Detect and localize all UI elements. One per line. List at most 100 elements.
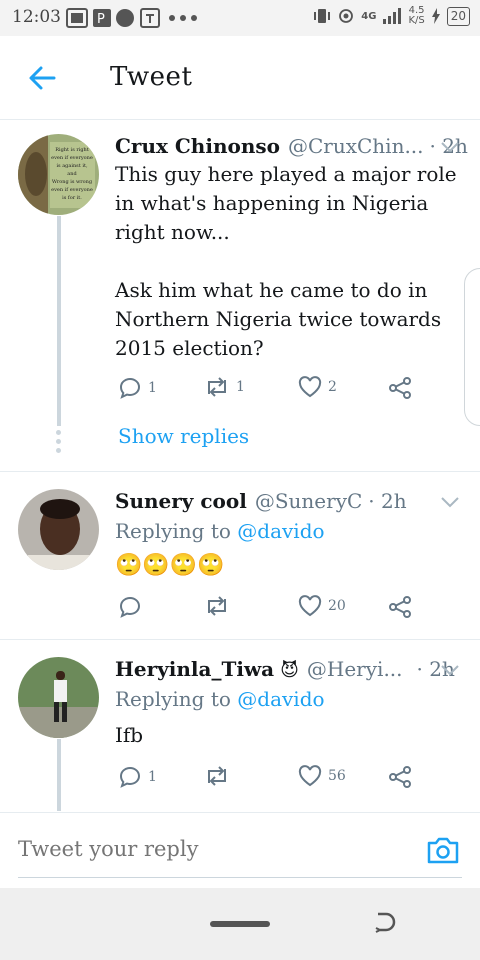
avatar-quote-line: even if everyone: [51, 187, 93, 193]
top-app-bar: Tweet: [0, 36, 480, 120]
composer-underline: [18, 876, 462, 878]
author-name[interactable]: Crux Chinonso: [115, 134, 280, 158]
heart-icon: [298, 765, 322, 787]
signal-icon: [383, 8, 402, 24]
back-gesture-icon[interactable]: [372, 910, 398, 936]
camera-icon[interactable]: [426, 835, 460, 865]
back-arrow-icon[interactable]: [26, 62, 58, 94]
tweet-actions: 20: [118, 595, 418, 625]
avatar-image: Right is right even if everyone is again…: [18, 134, 99, 215]
vibrate-icon: [314, 9, 331, 23]
svg-text:P: P: [97, 12, 105, 27]
reply-icon: [119, 766, 141, 788]
retweet-button[interactable]: 1: [204, 376, 245, 398]
replying-to: Replying to @davido: [115, 687, 325, 711]
tweet-header: Heryinla_Tiwa 😈 @Heryi... · 2h: [115, 657, 460, 681]
more-notifications-icon: [169, 15, 197, 21]
reply-input[interactable]: [18, 837, 418, 861]
like-button[interactable]: 20: [298, 595, 346, 617]
like-count: 2: [328, 379, 337, 395]
heart-icon: [298, 376, 322, 398]
avatar-image: [18, 489, 99, 570]
author-handle[interactable]: @Heryi...: [307, 657, 403, 681]
notification-box-icon: [140, 8, 160, 28]
avatar[interactable]: [18, 657, 99, 738]
avatar-quote-line: Right is right: [55, 147, 89, 153]
reply-button[interactable]: 1: [118, 765, 157, 789]
edge-panel-handle[interactable]: [464, 268, 480, 426]
retweet-button[interactable]: [204, 765, 236, 787]
tweet-item[interactable]: Heryinla_Tiwa 😈 @Heryi... · 2h Replying …: [0, 641, 480, 811]
tweet-time: · 2h: [368, 489, 407, 513]
share-button[interactable]: [388, 765, 412, 789]
author-name[interactable]: Sunery cool: [115, 489, 247, 513]
tweet-header: Crux Chinonso @CruxChin... · 2h: [115, 134, 468, 158]
status-right: 4G 4.5 K/S 20: [313, 6, 470, 26]
page-title: Tweet: [110, 62, 193, 92]
thread-dots: [56, 430, 61, 457]
reply-icon: [119, 377, 141, 399]
author-name[interactable]: Heryinla_Tiwa: [115, 657, 274, 681]
tweet-text: This guy here played a major role in wha…: [115, 162, 457, 360]
author-handle[interactable]: @CruxChin...: [288, 134, 424, 158]
parking-icon: P: [93, 9, 111, 27]
status-time: 12:03: [12, 7, 61, 27]
share-button[interactable]: [388, 595, 412, 619]
replying-to: Replying to @davido: [115, 519, 325, 543]
reply-count: 1: [148, 769, 157, 785]
retweet-button[interactable]: [204, 595, 236, 617]
reply-icon: [119, 596, 141, 618]
tweet-header: Sunery cool @SuneryC · 2h: [115, 489, 460, 513]
thread-line: [57, 739, 61, 811]
avatar-quote-line: even if everyone: [51, 155, 93, 161]
tweet-text: Ifb: [115, 723, 144, 747]
battery-level: 20: [446, 6, 470, 26]
chevron-down-icon[interactable]: [440, 495, 460, 509]
network-type: 4G: [361, 10, 377, 22]
retweet-icon: [208, 596, 226, 616]
network-speed: 4.5 K/S: [408, 5, 425, 26]
like-button[interactable]: 2: [298, 376, 337, 398]
mention-link[interactable]: @davido: [237, 519, 324, 543]
charging-icon: [431, 8, 440, 24]
like-count: 20: [328, 598, 346, 614]
retweet-icon: [208, 377, 226, 397]
replying-to-label: Replying to: [115, 687, 231, 711]
devil-emoji: 😈: [280, 660, 299, 681]
chevron-down-icon[interactable]: [440, 663, 460, 677]
show-replies-link[interactable]: Show replies: [118, 424, 249, 448]
share-icon: [389, 377, 411, 399]
avatar-quote-line: and: [67, 171, 77, 177]
hotspot-icon: [339, 9, 354, 23]
home-gesture-pill[interactable]: [210, 921, 270, 927]
thread-line: [57, 216, 61, 426]
gallery-icon: [66, 8, 88, 28]
avatar-quote-line: is against it,: [56, 163, 88, 169]
mention-link[interactable]: @davido: [237, 687, 324, 711]
system-nav-bar: [0, 888, 480, 960]
avatar-quote-line: is for it.: [62, 195, 82, 201]
chevron-down-icon[interactable]: [440, 140, 460, 154]
tweet-actions: 1 56: [118, 765, 418, 795]
retweet-count: 1: [236, 379, 245, 395]
avatar-image: [18, 657, 99, 738]
like-button[interactable]: 56: [298, 765, 346, 787]
author-handle[interactable]: @SuneryC: [255, 489, 362, 513]
reply-composer: [0, 812, 480, 888]
avatar-quote-line: Wrong is wrong: [52, 179, 93, 185]
share-icon: [389, 596, 411, 618]
share-icon: [389, 766, 411, 788]
share-button[interactable]: [388, 376, 412, 400]
tweet-actions: 1 1 2: [118, 376, 418, 406]
tweet-text: 🙄🙄🙄🙄: [115, 553, 225, 578]
avatar[interactable]: Right is right even if everyone is again…: [18, 134, 99, 215]
reply-button[interactable]: [118, 595, 148, 619]
like-count: 56: [328, 768, 346, 784]
tweet-item[interactable]: Right is right even if everyone is again…: [0, 120, 480, 472]
heart-icon: [298, 595, 322, 617]
reply-count: 1: [148, 380, 157, 396]
reply-button[interactable]: 1: [118, 376, 157, 400]
tweet-item[interactable]: Sunery cool @SuneryC · 2h Replying to @d…: [0, 473, 480, 640]
status-bar: 12:03 P 4G 4.5 K/S 20: [0, 0, 480, 36]
avatar[interactable]: [18, 489, 99, 570]
